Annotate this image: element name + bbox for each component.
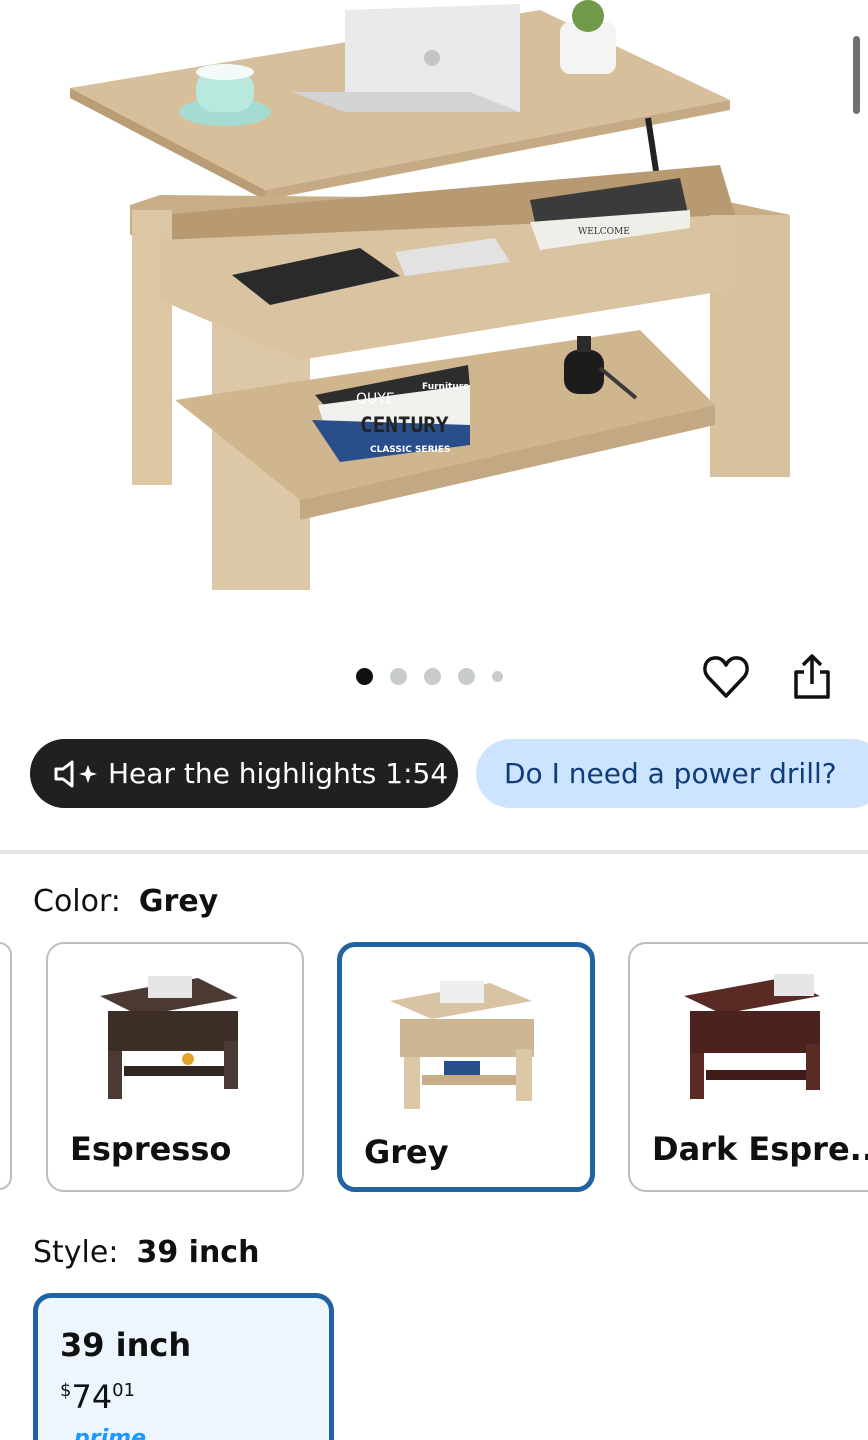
image-carousel-dots[interactable]	[356, 668, 520, 685]
carousel-dot[interactable]	[492, 671, 503, 682]
book-spine-2: CENTURY	[360, 413, 449, 437]
price-currency: $	[60, 1380, 72, 1401]
speaker-sparkle-icon	[54, 760, 97, 787]
style-option-price: $7401	[60, 1378, 135, 1416]
hear-highlights-label: Hear the highlights 1:54	[108, 757, 449, 790]
color-selection-label: Color: Grey	[33, 884, 218, 919]
carousel-dot[interactable]	[424, 668, 441, 685]
prime-badge: prime	[74, 1426, 146, 1440]
style-label: Style:	[33, 1235, 119, 1270]
style-option-39-inch[interactable]: 39 inch $7401 prime	[33, 1293, 334, 1440]
swatch-label: Espresso	[70, 1130, 232, 1168]
color-swatch-dark-espresso[interactable]: Dark Espre...	[628, 942, 868, 1192]
share-button[interactable]	[790, 652, 834, 702]
suggested-question-label: Do I need a power drill?	[504, 757, 837, 790]
product-image[interactable]: WELCOME QUYE Furniture CENTURY CLASSIC S…	[0, 0, 868, 640]
book-spine-brand: Furniture	[422, 382, 469, 392]
style-selection-label: Style: 39 inch	[33, 1235, 259, 1270]
color-swatch-espresso[interactable]: Espresso	[46, 942, 304, 1192]
book-spine-1: QUYE	[356, 391, 395, 407]
color-label: Color:	[33, 884, 121, 919]
swatch-image-grey	[390, 981, 534, 1109]
carousel-dot[interactable]	[458, 668, 475, 685]
carousel-dot[interactable]	[356, 668, 373, 685]
book-spine-3: CLASSIC SERIES	[370, 445, 451, 455]
suggested-question-button[interactable]: Do I need a power drill?	[476, 739, 868, 808]
section-divider	[0, 850, 868, 854]
color-value: Grey	[138, 884, 219, 919]
favorite-button[interactable]	[702, 652, 750, 702]
swatch-image-espresso	[100, 976, 238, 1099]
color-swatch-partial[interactable]	[0, 942, 12, 1190]
color-swatch-grey[interactable]: Grey	[337, 942, 595, 1192]
price-whole: 74	[71, 1378, 113, 1416]
style-option-name: 39 inch	[60, 1326, 192, 1364]
heart-icon	[703, 656, 749, 698]
book-top-text: WELCOME	[578, 227, 630, 237]
hear-highlights-button[interactable]: Hear the highlights 1:54	[30, 739, 458, 808]
scrollbar-thumb[interactable]	[853, 36, 860, 114]
swatch-image-dark-espresso	[684, 974, 820, 1099]
swatch-label: Dark Espre...	[652, 1130, 868, 1168]
price-fraction: 01	[112, 1380, 136, 1401]
share-icon	[794, 654, 830, 699]
swatch-label: Grey	[364, 1133, 449, 1171]
style-value: 39 inch	[136, 1235, 260, 1270]
carousel-dot[interactable]	[390, 668, 407, 685]
